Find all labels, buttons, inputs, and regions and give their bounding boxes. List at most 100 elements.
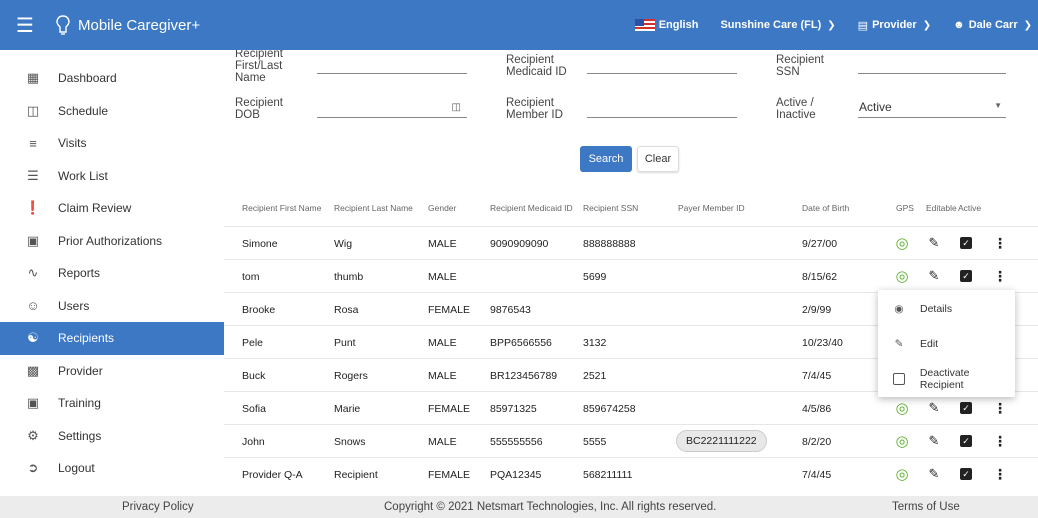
agency-selector[interactable]: Sunshine Care (FL) ❯ [720, 19, 835, 31]
edit-pencil-icon[interactable]: ✎ [926, 400, 942, 416]
col-gps[interactable]: GPS [896, 203, 914, 213]
col-first-name[interactable]: Recipient First Name [242, 203, 321, 213]
cell-last-name: Snows [334, 436, 366, 448]
active-checkbox[interactable]: ✓ [958, 433, 974, 449]
medicaid-id-input[interactable] [587, 54, 737, 74]
table-row[interactable]: Simone Wig MALE 9090909090 888888888 9/2… [224, 226, 1038, 259]
search-button[interactable]: Search [580, 146, 632, 172]
privacy-policy-link[interactable]: Privacy Policy [122, 501, 194, 513]
sidebar-item-claim-review[interactable]: ❗ Claim Review [0, 192, 224, 225]
edit-pencil-icon[interactable]: ✎ [926, 433, 942, 449]
sidebar-item-label: Users [58, 298, 90, 313]
col-payer-member-id[interactable]: Payer Member ID [678, 203, 745, 213]
copyright-text: Copyright © 2021 Netsmart Technologies, … [384, 501, 717, 513]
cell-ssn: 2521 [583, 370, 607, 382]
cell-first-name: tom [242, 271, 260, 283]
edit-pencil-icon[interactable]: ✎ [926, 466, 942, 482]
alert-icon: ❗ [24, 200, 42, 216]
sidebar-item-settings[interactable]: ⚙ Settings [0, 420, 224, 453]
gps-icon[interactable]: ◎ [894, 235, 910, 252]
active-checkbox[interactable]: ✓ [958, 466, 974, 482]
filter-icon: ≡ [29, 135, 37, 151]
ssn-input[interactable] [858, 54, 1006, 74]
sidebar-item-recipients[interactable]: ☯ Recipients [0, 322, 224, 355]
sidebar-item-dashboard[interactable]: ▦ Dashboard [0, 62, 224, 95]
edit-pencil-icon[interactable]: ✎ [926, 268, 942, 284]
active-inactive-select[interactable]: Active ▼ [858, 98, 1006, 118]
more-vert-icon[interactable]: ⋮ [992, 466, 1008, 482]
main-content: Recipient First/Last Name Recipient Medi… [224, 50, 1038, 496]
user-menu[interactable]: ☻ Dale Carr ❯ [953, 19, 1032, 31]
gps-icon[interactable]: ◎ [894, 268, 910, 285]
cell-gender: FEMALE [428, 469, 471, 481]
table-row[interactable]: Provider Q-A Recipient FEMALE PQA12345 5… [224, 457, 1038, 490]
active-inactive-value: Active [859, 100, 892, 114]
sidebar-item-label: Visits [58, 136, 87, 151]
active-checkbox[interactable]: ✓ [958, 235, 974, 251]
language-label: English [658, 19, 699, 31]
member-id-input[interactable] [587, 98, 737, 118]
more-vert-icon[interactable]: ⋮ [992, 400, 1008, 416]
cell-first-name: Simone [242, 238, 278, 250]
cell-ssn: 859674258 [583, 403, 636, 415]
sidebar-item-users[interactable]: ☺ Users [0, 290, 224, 323]
sidebar-item-schedule[interactable]: ◫ Schedule [0, 95, 224, 128]
col-medicaid-id[interactable]: Recipient Medicaid ID [490, 203, 573, 213]
more-vert-icon[interactable]: ⋮ [992, 433, 1008, 449]
table-header: Recipient First Name Recipient Last Name… [224, 193, 1038, 223]
training-icon: ▣ [26, 395, 40, 411]
menu-item-details[interactable]: ◉ Details [878, 293, 1015, 325]
row-actions-menu: ◉ Details ✎ Edit Deactivate Recipient [878, 290, 1015, 397]
cell-medicaid-id: 555555556 [490, 436, 543, 448]
cell-medicaid-id: PQA12345 [490, 469, 542, 481]
more-vert-icon[interactable]: ⋮ [992, 268, 1008, 284]
gps-icon[interactable]: ◎ [894, 433, 910, 450]
active-checkbox[interactable]: ✓ [958, 400, 974, 416]
sidebar-item-work-list[interactable]: ☰ Work List [0, 160, 224, 193]
user-name: Dale Carr [968, 19, 1018, 31]
menu-icon[interactable]: ☰ [0, 0, 50, 50]
col-gender[interactable]: Gender [428, 203, 456, 213]
more-vert-icon[interactable]: ⋮ [992, 235, 1008, 251]
cell-gender: MALE [428, 370, 457, 382]
sidebar-item-training[interactable]: ▣ Training [0, 387, 224, 420]
sidebar-item-label: Recipients [58, 331, 115, 346]
table-row[interactable]: John Snows MALE 555555556 5555 BC2221111… [224, 424, 1038, 457]
clear-button[interactable]: Clear [637, 146, 679, 172]
gps-icon[interactable]: ◎ [894, 400, 910, 417]
table-row[interactable]: tom thumb MALE 5699 8/15/62 ◎ ✎ ✓ ⋮ [224, 259, 1038, 292]
sidebar-item-prior-authorizations[interactable]: ▣ Prior Authorizations [0, 225, 224, 258]
gps-icon[interactable]: ◎ [894, 466, 910, 483]
cell-ssn: 568211111 [583, 469, 633, 481]
col-active[interactable]: Active [958, 203, 981, 213]
chevron-down-icon: ❯ [1023, 19, 1032, 31]
cell-last-name: Recipient [334, 469, 378, 481]
col-last-name[interactable]: Recipient Last Name [334, 203, 413, 213]
sidebar-item-reports[interactable]: ∿ Reports [0, 257, 224, 290]
sidebar-item-provider[interactable]: ▩ Provider [0, 355, 224, 388]
language-selector[interactable]: English [634, 19, 699, 31]
sidebar-item-label: Dashboard [58, 71, 117, 86]
cell-last-name: Rosa [334, 304, 359, 316]
col-editable[interactable]: Editable [926, 203, 957, 213]
terms-of-use-link[interactable]: Terms of Use [892, 501, 960, 513]
users-icon: ☺ [26, 298, 40, 314]
sidebar-item-visits[interactable]: ≡ Visits [0, 127, 224, 160]
menu-item-deactivate[interactable]: Deactivate Recipient [878, 363, 1015, 395]
cell-last-name: Wig [334, 238, 353, 250]
calendar-icon[interactable]: ◫ [452, 102, 461, 113]
recipient-name-input[interactable] [317, 54, 467, 74]
col-ssn[interactable]: Recipient SSN [583, 203, 638, 213]
cell-dob: 8/15/62 [802, 271, 838, 283]
cell-first-name: Brooke [242, 304, 276, 316]
dob-input[interactable]: ◫ [317, 98, 467, 118]
col-dob[interactable]: Date of Birth [802, 203, 849, 213]
dashboard-icon: ▦ [26, 70, 40, 86]
sidebar-item-logout[interactable]: ➲ Logout [0, 452, 224, 485]
cell-ssn: 3132 [583, 337, 607, 349]
edit-pencil-icon[interactable]: ✎ [926, 235, 942, 251]
active-checkbox[interactable]: ✓ [958, 268, 974, 284]
role-selector[interactable]: ▤ Provider ❯ [858, 19, 931, 32]
menu-item-edit[interactable]: ✎ Edit [878, 328, 1015, 360]
sidebar-item-label: Prior Authorizations [58, 233, 163, 248]
